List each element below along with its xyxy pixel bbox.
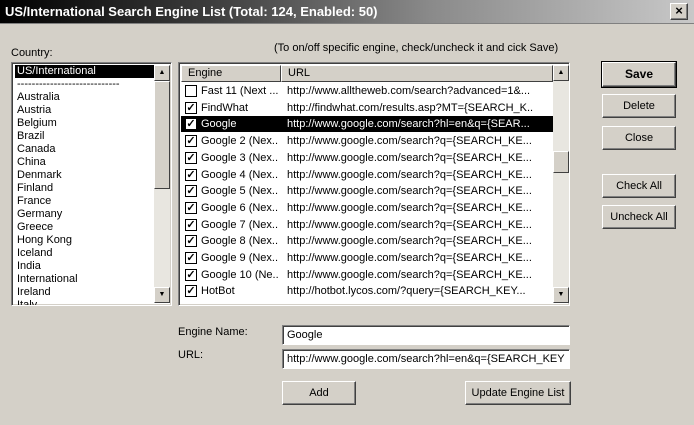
update-engine-list-button[interactable]: Update Engine List — [465, 381, 571, 405]
scroll-thumb[interactable] — [553, 151, 569, 173]
scroll-down-icon[interactable]: ▼ — [154, 287, 170, 303]
engine-row[interactable]: ✓ Google 6 (Nex... http://www.google.com/s… — [181, 200, 553, 216]
engine-name-cell: Google 6 (Nex... — [201, 201, 279, 214]
engine-row[interactable]: ✓ Google 3 (Nex... http://www.google.com/s… — [181, 150, 553, 166]
checkbox-checked-icon[interactable]: ✓ — [185, 285, 197, 298]
engine-url-cell: http://findwhat.com/results.asp?MT={SEAR… — [287, 101, 533, 114]
checkbox-checked-icon[interactable]: ✓ — [185, 118, 197, 131]
engine-url-cell: http://www.google.com/search?q={SEARCH_K… — [287, 268, 532, 281]
scroll-up-icon[interactable]: ▲ — [154, 65, 170, 81]
engine-row[interactable]: ✓ Google 10 (Ne... http://www.google.com/s… — [181, 267, 553, 283]
column-header-engine[interactable]: Engine — [181, 65, 281, 82]
url-input[interactable] — [282, 349, 570, 369]
country-item[interactable]: Australia — [15, 91, 155, 104]
country-item[interactable]: Greece — [15, 221, 155, 234]
scroll-down-icon[interactable]: ▼ — [553, 287, 569, 303]
engine-row[interactable]: ✓ HotBot http://hotbot.lycos.com/?query={S… — [181, 283, 553, 299]
close-window-button[interactable]: × — [670, 3, 688, 20]
save-button[interactable]: Save — [601, 61, 677, 88]
engine-row[interactable]: ✓ FindWhat http://findwhat.com/results.asp… — [181, 100, 553, 116]
country-item[interactable]: Germany — [15, 208, 155, 221]
engine-scrollbar[interactable]: ▲ ▼ — [553, 65, 569, 303]
country-item[interactable]: ---------------------------- — [15, 78, 155, 91]
delete-button[interactable]: Delete — [602, 94, 676, 118]
engine-url-cell: http://www.alltheweb.com/search?advanced… — [287, 85, 531, 97]
checkbox-checked-icon[interactable]: ✓ — [185, 252, 197, 264]
country-label: Country: — [11, 47, 53, 59]
engine-name-input[interactable] — [282, 325, 570, 345]
checkbox-checked-icon[interactable]: ✓ — [185, 168, 197, 181]
country-item[interactable]: India — [15, 260, 155, 273]
country-item[interactable]: Italy — [15, 299, 155, 305]
engine-name-cell: Google 9 (Nex... — [201, 252, 279, 264]
engine-row[interactable]: ✓ Google 9 (Nex... http://www.google.com/s… — [181, 250, 553, 266]
engine-name-label: Engine Name: — [178, 326, 248, 338]
country-item[interactable]: Belgium — [15, 117, 155, 130]
engine-url-cell: http://www.google.com/search?q={SEARCH_K… — [287, 185, 532, 198]
country-item[interactable]: France — [15, 195, 155, 208]
scroll-up-icon[interactable]: ▲ — [553, 65, 569, 81]
checkbox-checked-icon[interactable]: ✓ — [185, 135, 197, 148]
country-item[interactable]: Iceland — [15, 247, 155, 260]
engine-name-cell: Google — [201, 118, 237, 131]
engine-url-cell: http://www.google.com/search?q={SEARCH_K… — [287, 201, 532, 214]
engine-name-cell: HotBot — [201, 285, 235, 298]
country-scrollbar[interactable]: ▲ ▼ — [154, 65, 170, 303]
engine-name-cell: Google 4 (Nex... — [201, 168, 279, 181]
checkbox-checked-icon[interactable]: ✓ — [185, 268, 197, 281]
engine-url-cell: http://www.google.com/search?q={SEARCH_K… — [287, 218, 532, 231]
instruction-hint: (To on/off specific engine, check/unchec… — [274, 42, 559, 54]
engine-row[interactable]: ✓ Google 5 (Nex... http://www.google.com/s… — [181, 183, 553, 199]
engine-name-cell: Google 7 (Nex... — [201, 218, 279, 231]
country-item[interactable]: Hong Kong — [15, 234, 155, 247]
close-button[interactable]: Close — [602, 126, 676, 150]
checkbox-checked-icon[interactable]: ✓ — [185, 185, 197, 198]
engine-row[interactable]: ✓ Google 7 (Nex... http://www.google.com/s… — [181, 217, 553, 233]
engine-url-cell: http://www.google.com/search?q={SEARCH_K… — [287, 235, 532, 248]
checkbox-checked-icon[interactable]: ✓ — [185, 218, 197, 231]
engine-url-cell: http://www.google.com/search?q={SEARCH_K… — [287, 151, 532, 164]
checkbox-checked-icon[interactable]: ✓ — [185, 235, 197, 248]
url-label: URL: — [178, 349, 204, 361]
country-item[interactable]: Finland — [15, 182, 155, 195]
engine-url-cell: http://www.google.com/search?hl=en&q={SE… — [287, 118, 530, 131]
engine-name-cell: Google 2 (Nex... — [201, 135, 279, 148]
country-item[interactable]: Canada — [15, 143, 155, 156]
engine-row[interactable]: ✓ Google http://www.google.com/search?hl=e… — [181, 116, 553, 133]
country-item[interactable]: China — [15, 156, 155, 169]
engine-name-cell: Google 3 (Nex... — [201, 151, 279, 164]
engine-name-cell: Google 5 (Nex... — [201, 185, 279, 198]
engine-url-cell: http://www.google.com/search?q={SEARCH_K… — [287, 135, 532, 148]
check-all-button[interactable]: Check All — [602, 174, 676, 198]
engine-list[interactable]: Engine URL Fast 11 (Next ... http://www.a… — [178, 62, 570, 306]
engine-row[interactable]: ✓ Google 4 (Nex... http://www.google.com/s… — [181, 167, 553, 183]
engine-name-cell: FindWhat — [201, 101, 249, 114]
checkbox-unchecked-icon[interactable] — [185, 85, 197, 97]
country-item[interactable]: Brazil — [15, 130, 155, 143]
country-item[interactable]: International — [15, 273, 155, 286]
checkbox-checked-icon[interactable]: ✓ — [185, 101, 197, 114]
window-title: US/International Search Engine List (Tot… — [5, 4, 378, 19]
engine-name-cell: Fast 11 (Next ... — [201, 85, 279, 97]
scroll-thumb[interactable] — [154, 81, 170, 189]
checkbox-checked-icon[interactable]: ✓ — [185, 151, 197, 164]
engine-row[interactable]: Fast 11 (Next ... http://www.alltheweb.co… — [181, 83, 553, 99]
checkbox-checked-icon[interactable]: ✓ — [185, 201, 197, 214]
country-item[interactable]: Austria — [15, 104, 155, 117]
engine-name-cell: Google 8 (Nex... — [201, 235, 279, 248]
engine-url-cell: http://www.google.com/search?q={SEARCH_K… — [287, 168, 532, 181]
uncheck-all-button[interactable]: Uncheck All — [602, 205, 676, 229]
engine-url-cell: http://hotbot.lycos.com/?query={SEARCH_K… — [287, 285, 526, 298]
country-item[interactable]: Ireland — [15, 286, 155, 299]
column-header-url[interactable]: URL — [281, 65, 553, 82]
country-item[interactable]: US/International — [15, 65, 155, 78]
engine-url-cell: http://www.google.com/search?q={SEARCH_K… — [287, 252, 532, 264]
country-item[interactable]: Denmark — [15, 169, 155, 182]
country-list[interactable]: US/International ------------------------… — [11, 62, 172, 306]
engine-row[interactable]: ✓ Google 2 (Nex... http://www.google.com/s… — [181, 133, 553, 149]
engine-name-cell: Google 10 (Ne... — [201, 268, 279, 281]
engine-row[interactable]: ✓ Google 8 (Nex... http://www.google.com/s… — [181, 233, 553, 249]
add-button[interactable]: Add — [282, 381, 356, 405]
